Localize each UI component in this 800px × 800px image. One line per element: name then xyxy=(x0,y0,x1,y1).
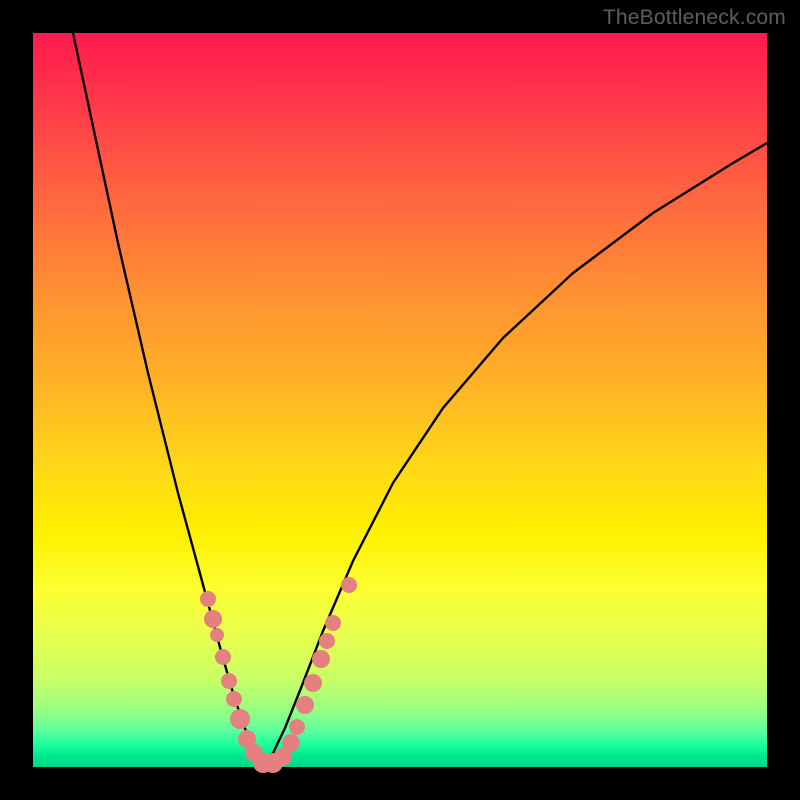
left-curve xyxy=(73,33,263,765)
data-marker xyxy=(221,673,237,689)
data-marker xyxy=(289,719,305,735)
chart-frame: TheBottleneck.com xyxy=(0,0,800,800)
data-marker xyxy=(230,709,250,729)
data-marker xyxy=(319,633,335,649)
data-marker xyxy=(226,691,242,707)
data-marker xyxy=(341,577,357,593)
data-marker xyxy=(200,591,216,607)
data-marker xyxy=(215,649,231,665)
data-marker xyxy=(325,615,341,631)
data-marker xyxy=(282,734,300,752)
data-marker xyxy=(204,610,222,628)
right-curve xyxy=(263,143,767,765)
data-marker xyxy=(296,696,314,714)
data-marker xyxy=(210,628,224,642)
plot-area xyxy=(33,33,767,767)
data-marker xyxy=(304,674,322,692)
watermark-text: TheBottleneck.com xyxy=(603,6,786,30)
data-marker xyxy=(312,650,330,668)
curve-layer xyxy=(33,33,767,767)
